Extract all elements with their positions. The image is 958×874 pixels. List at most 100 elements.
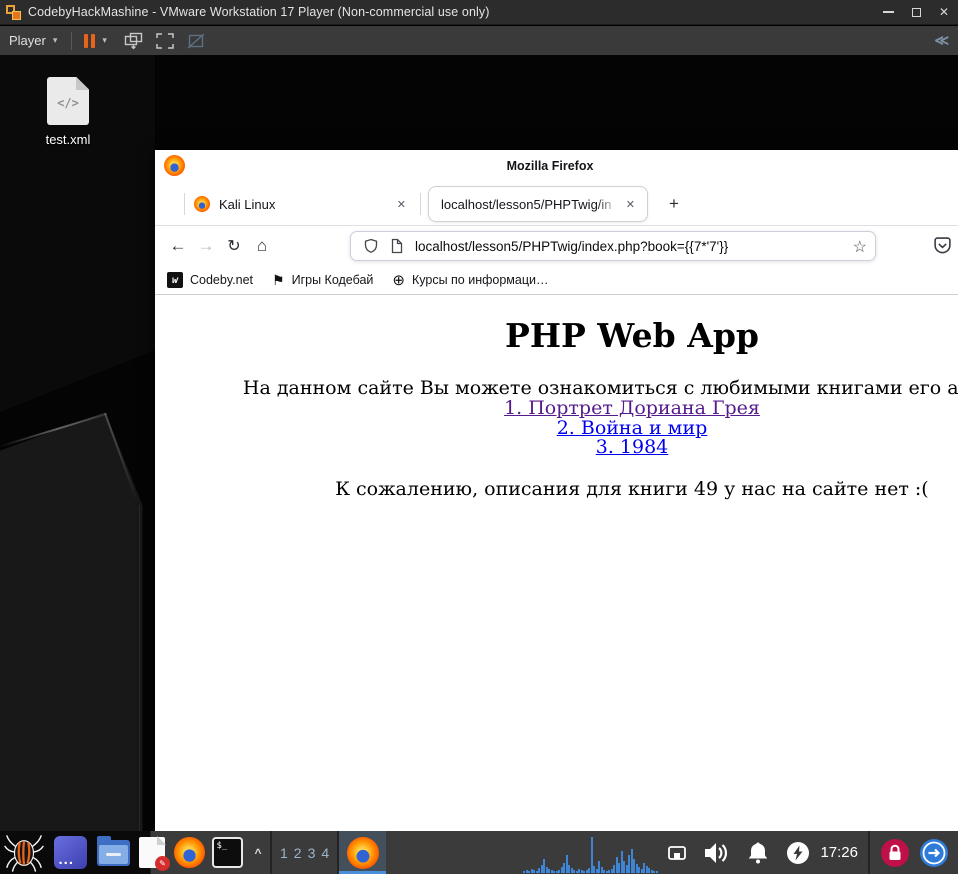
suspend-dropdown-caret[interactable]: ▾ (102, 35, 107, 46)
tab-close-icon[interactable]: ✕ (622, 196, 639, 213)
vmware-toolbar: Player ▾ ▾ ≪ (0, 26, 958, 55)
vmware-window-controls: ✕ (874, 0, 958, 24)
workspace-3[interactable]: 3 (308, 845, 316, 861)
code-icon: </> (57, 96, 79, 110)
maximize-icon (911, 7, 921, 17)
bookmark-label: Codeby.net (190, 273, 254, 287)
page-intro-text: На данном сайте Вы можете ознакомиться с… (242, 377, 958, 400)
unity-mode-button[interactable] (123, 31, 145, 51)
screen-lock-icon[interactable] (879, 838, 911, 868)
blue-window-icon: ... (53, 836, 87, 869)
book-link-1[interactable]: 1. Портрет Дориана Грея (155, 399, 958, 419)
workspace-2[interactable]: 2 (294, 845, 302, 861)
firefox-window-title: Mozilla Firefox (506, 159, 594, 173)
firefox-logo-icon (164, 155, 185, 176)
reload-button[interactable]: ↻ (220, 232, 248, 260)
power-manager-icon[interactable] (784, 841, 812, 865)
close-button[interactable]: ✕ (930, 0, 958, 24)
firefox-task-button-active[interactable] (339, 831, 387, 874)
clock[interactable]: 17:26 (820, 844, 858, 861)
home-button[interactable]: ⌂ (248, 232, 276, 260)
bookmark-codeby[interactable]: w Codeby.net (167, 272, 253, 288)
workspace-4[interactable]: 4 (321, 845, 329, 861)
back-button[interactable]: ← (164, 232, 192, 260)
chevron-up-icon[interactable]: ^ (246, 831, 270, 874)
url-bar[interactable]: localhost/lesson5/PHPTwig/index.php?book… (350, 231, 876, 261)
navigation-toolbar: ← → ↻ ⌂ localhost/lesson5/PHPTwig/index.… (155, 226, 958, 266)
multi-monitor-button-disabled (185, 31, 207, 51)
app-launcher-button[interactable]: ... (48, 831, 92, 874)
fullscreen-button[interactable] (154, 31, 176, 51)
unity-mode-icon (124, 32, 143, 49)
multi-monitor-disabled-icon (187, 32, 205, 49)
tab-localhost-active[interactable]: localhost/lesson5/PHPTwig/in ✕ (428, 186, 648, 222)
desktop-file-label: test.xml (45, 132, 91, 147)
shield-icon[interactable] (363, 238, 379, 254)
globe-icon: ⊕ (392, 272, 405, 289)
firefox-launcher-button[interactable] (170, 831, 208, 874)
tab-label: localhost/lesson5/PHPTwig/in (441, 196, 622, 212)
forward-button: → (197, 236, 215, 255)
bookmark-kursy[interactable]: ⊕ Курсы по информаци… (392, 271, 548, 289)
desktop: </> test.xml Mozilla Firefox Kali Linux … (0, 55, 958, 831)
firefox-titlebar[interactable]: Mozilla Firefox (155, 150, 958, 182)
folder-icon (96, 835, 130, 866)
suspend-vm-button[interactable] (84, 33, 96, 48)
firefox-window: Mozilla Firefox Kali Linux ✕ localhost/l… (155, 150, 958, 831)
workspace-1[interactable]: 1 (280, 845, 288, 861)
page-content: PHP Web App На данном сайте Вы можете оз… (155, 295, 958, 831)
network-port-icon[interactable] (664, 843, 690, 863)
new-tab-button[interactable]: + (660, 190, 688, 218)
firefox-logo-icon (346, 836, 379, 869)
book-link-2[interactable]: 2. Война и мир (155, 418, 958, 439)
book-link-3[interactable]: 3. 1984 (155, 438, 958, 458)
codeby-favicon-icon: w (167, 272, 183, 288)
player-menu-label: Player (9, 33, 46, 48)
terminal-launcher-button[interactable]: $_ (208, 831, 246, 874)
page-info-icon[interactable] (389, 238, 405, 254)
tab-kali-linux[interactable]: Kali Linux ✕ (185, 186, 420, 222)
pocket-icon[interactable] (929, 234, 955, 258)
logout-arrow-icon[interactable] (918, 838, 950, 868)
vmware-logo-icon (6, 4, 21, 20)
taskbar-divider (868, 831, 870, 874)
minimize-icon (882, 11, 894, 13)
toolbar-divider (71, 31, 73, 50)
vmware-titlebar: CodebyHackMashine - VMware Workstation 1… (0, 0, 958, 25)
firefox-logo-icon (173, 837, 205, 868)
chevron-down-icon: ▾ (52, 35, 58, 45)
network-monitor-graph[interactable] (523, 833, 658, 873)
collapse-toolbar-button[interactable]: ≪ (934, 32, 949, 49)
file-manager-button[interactable] (92, 831, 134, 874)
tab-label: Kali Linux (219, 196, 276, 212)
kali-dragon-icon (4, 834, 44, 872)
system-tray: 17:26 (523, 831, 958, 874)
bookmark-label: Курсы по информаци… (411, 273, 549, 287)
minimize-button[interactable] (874, 0, 902, 24)
kali-menu-button[interactable] (0, 831, 48, 874)
bookmarks-toolbar: w Codeby.net ⚑ Игры Кодебай ⊕ Курсы по и… (155, 266, 958, 295)
tab-divider (420, 193, 421, 215)
text-editor-button[interactable]: ✎ (134, 831, 170, 874)
not-found-text: К сожалению, описания для книги 49 у нас… (335, 477, 929, 500)
maximize-button[interactable] (902, 0, 930, 24)
volume-icon[interactable] (700, 841, 734, 865)
player-menu[interactable]: Player ▾ (9, 33, 57, 48)
desktop-file-test-xml[interactable]: </> test.xml (38, 77, 98, 147)
page-title: PHP Web App (505, 316, 759, 355)
bookmark-label: Игры Кодебай (291, 273, 374, 287)
tab-close-icon[interactable]: ✕ (393, 196, 410, 213)
xml-file-icon: </> (47, 77, 89, 125)
url-text[interactable]: localhost/lesson5/PHPTwig/index.php?book… (415, 239, 728, 254)
wallpaper-edge-line (139, 505, 140, 831)
flag-icon: ⚑ (272, 271, 285, 288)
notifications-bell-icon[interactable] (742, 840, 774, 866)
bookmark-star-icon[interactable]: ☆ (853, 237, 867, 257)
fullscreen-icon (156, 32, 174, 49)
bookmark-igry-kodebay[interactable]: ⚑ Игры Кодебай (272, 272, 373, 289)
vmware-window-title: CodebyHackMashine - VMware Workstation 1… (28, 5, 490, 19)
workspace-switcher: 1 2 3 4 (272, 845, 337, 861)
terminal-icon: $_ (211, 837, 243, 868)
tab-bar: Kali Linux ✕ localhost/lesson5/PHPTwig/i… (155, 182, 958, 226)
document-icon: ✎ (139, 837, 170, 871)
